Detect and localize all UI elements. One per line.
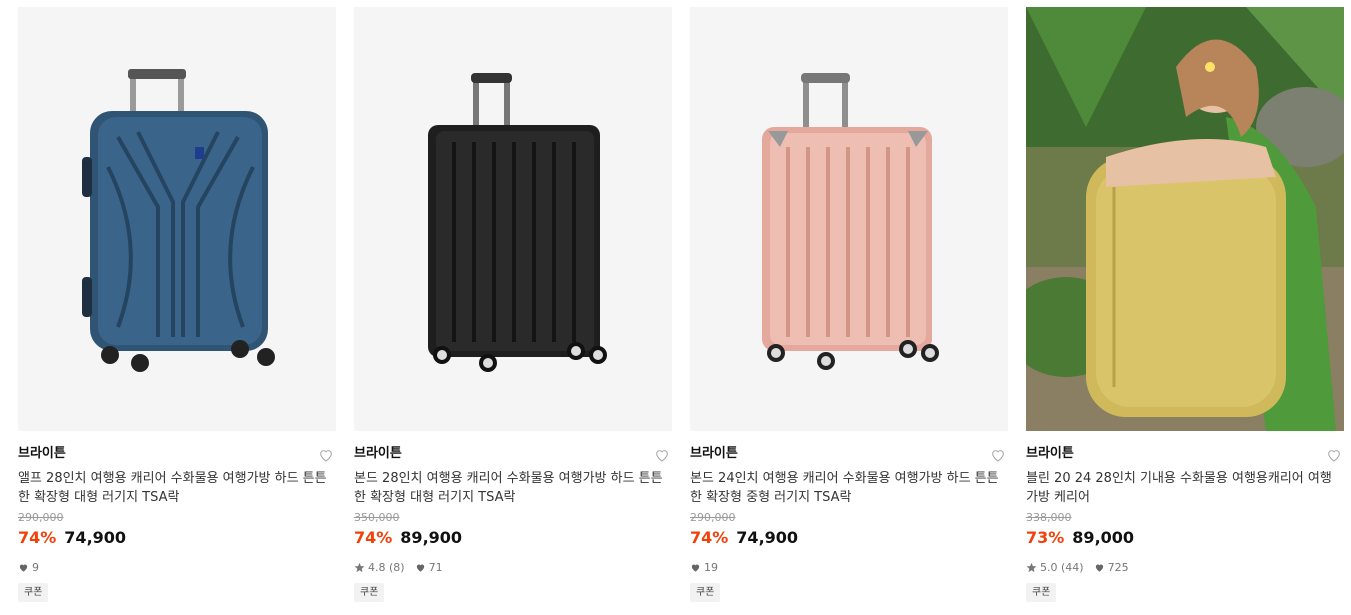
product-title[interactable]: 본드 24인치 여행용 캐리어 수화물용 여행가방 하드 튼튼한 확장형 중형 … <box>690 469 1008 507</box>
product-title[interactable]: 블린 20 24 28인치 기내용 수화물용 여행용캐리어 여행가방 케리어 <box>1026 469 1344 507</box>
product-meta: 9 <box>18 559 336 575</box>
likes-value: 19 <box>704 560 718 574</box>
heart-filled-icon <box>1095 564 1103 572</box>
likes-count: 725 <box>1094 561 1129 574</box>
product-grid: 브라이튼 앨프 28인치 여행용 캐리어 수화물용 여행가방 하드 튼튼한 확장… <box>0 0 1351 615</box>
likes-count: 19 <box>690 561 718 574</box>
rating: 4.8 (8) <box>354 561 405 574</box>
likes-value: 9 <box>32 560 39 574</box>
heart-filled-icon <box>19 564 28 572</box>
price-row: 74% 74,900 <box>690 527 1008 549</box>
likes-count: 71 <box>415 561 443 574</box>
product-title[interactable]: 앨프 28인치 여행용 캐리어 수화물용 여행가방 하드 튼튼한 확장형 대형 … <box>18 469 336 507</box>
original-price: 350,000 <box>354 511 400 524</box>
coupon-badge: 쿠폰 <box>1026 583 1057 602</box>
discount-rate: 74% <box>690 528 729 547</box>
product-title[interactable]: 본드 28인치 여행용 캐리어 수화물용 여행가방 하드 튼튼한 확장형 대형 … <box>354 469 672 507</box>
brand-name[interactable]: 브라이튼 <box>1026 445 1344 463</box>
product-meta: 5.0 (44) 725 <box>1026 559 1344 575</box>
product-meta: 19 <box>690 559 1008 575</box>
sale-price: 89,000 <box>1072 528 1135 547</box>
product-info: 브라이튼 본드 24인치 여행용 캐리어 수화물용 여행가방 하드 튼튼한 확장… <box>690 431 1008 602</box>
original-price: 338,000 <box>1026 511 1072 524</box>
rating: 5.0 (44) <box>1026 561 1084 574</box>
discount-rate: 73% <box>1026 528 1065 547</box>
star-icon <box>1026 562 1037 572</box>
heart-outline-icon[interactable] <box>654 447 670 463</box>
likes-value: 71 <box>428 560 443 574</box>
star-icon <box>354 562 365 572</box>
discount-rate: 74% <box>18 528 57 547</box>
product-meta: 4.8 (8) 71 <box>354 559 672 575</box>
heart-outline-icon[interactable] <box>990 447 1006 463</box>
brand-name[interactable]: 브라이튼 <box>690 445 1008 463</box>
product-image[interactable] <box>1026 7 1344 431</box>
likes-value: 725 <box>1107 560 1129 574</box>
brand-name[interactable]: 브라이튼 <box>18 445 336 463</box>
heart-filled-icon <box>416 564 424 572</box>
product-card[interactable]: 브라이튼 앨프 28인치 여행용 캐리어 수화물용 여행가방 하드 튼튼한 확장… <box>18 7 336 602</box>
price-row: 74% 74,900 <box>18 527 336 549</box>
product-info: 브라이튼 블린 20 24 28인치 기내용 수화물용 여행용캐리어 여행가방 … <box>1026 431 1344 602</box>
price-row: 74% 89,900 <box>354 527 672 549</box>
brand-name[interactable]: 브라이튼 <box>354 445 672 463</box>
original-price: 290,000 <box>690 511 736 524</box>
sale-price: 74,900 <box>736 528 799 547</box>
rating-value: 4.8 (8) <box>368 560 405 574</box>
heart-outline-icon[interactable] <box>1326 447 1342 463</box>
heart-outline-icon[interactable] <box>318 447 334 463</box>
likes-count: 9 <box>18 561 39 574</box>
discount-rate: 74% <box>354 528 393 547</box>
coupon-badge: 쿠폰 <box>354 583 385 602</box>
product-card[interactable]: 브라이튼 블린 20 24 28인치 기내용 수화물용 여행용캐리어 여행가방 … <box>1026 7 1344 602</box>
sale-price: 89,900 <box>400 528 463 547</box>
price-row: 73% 89,000 <box>1026 527 1344 549</box>
product-info: 브라이튼 앨프 28인치 여행용 캐리어 수화물용 여행가방 하드 튼튼한 확장… <box>18 431 336 602</box>
sale-price: 74,900 <box>64 528 127 547</box>
product-card[interactable]: 브라이튼 본드 28인치 여행용 캐리어 수화물용 여행가방 하드 튼튼한 확장… <box>354 7 672 602</box>
product-image[interactable] <box>354 7 672 431</box>
product-image[interactable] <box>690 7 1008 431</box>
original-price: 290,000 <box>18 511 64 524</box>
rating-value: 5.0 (44) <box>1040 560 1084 574</box>
product-info: 브라이튼 본드 28인치 여행용 캐리어 수화물용 여행가방 하드 튼튼한 확장… <box>354 431 672 602</box>
product-image[interactable] <box>18 7 336 431</box>
heart-filled-icon <box>691 564 700 572</box>
coupon-badge: 쿠폰 <box>690 583 721 602</box>
product-card[interactable]: 브라이튼 본드 24인치 여행용 캐리어 수화물용 여행가방 하드 튼튼한 확장… <box>690 7 1008 602</box>
coupon-badge: 쿠폰 <box>18 583 49 602</box>
